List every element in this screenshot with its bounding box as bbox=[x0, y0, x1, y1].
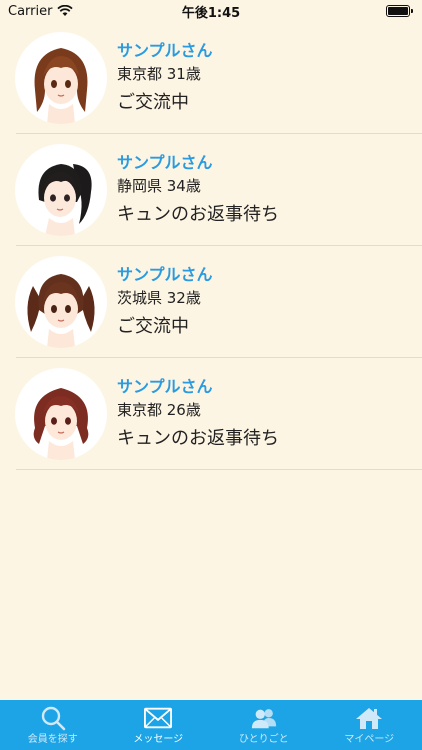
avatar bbox=[15, 368, 107, 460]
message-status: ご交流中 bbox=[117, 92, 189, 113]
avatar bbox=[15, 256, 107, 348]
avatar-brown-twintails-icon bbox=[27, 274, 95, 348]
member-name: サンプルさん bbox=[117, 41, 213, 60]
people-icon bbox=[250, 705, 278, 731]
member-location: 茨城県 32歳 bbox=[117, 289, 201, 307]
message-status: キュンのお返事待ち bbox=[117, 428, 279, 449]
tab-label: ひとりごと bbox=[238, 734, 289, 745]
item-text: サンプルさん 茨城県 32歳 ご交流中 bbox=[117, 246, 213, 358]
battery-icon bbox=[386, 5, 413, 17]
member-location: 東京都 26歳 bbox=[117, 401, 201, 419]
status-left: Carrier bbox=[8, 3, 74, 19]
avatar bbox=[15, 32, 107, 124]
tab-monologue[interactable]: ひとりごと bbox=[211, 700, 317, 750]
list-item[interactable]: サンプルさん 茨城県 32歳 ご交流中 bbox=[0, 246, 422, 358]
wifi-icon bbox=[57, 5, 74, 16]
list-item[interactable]: サンプルさん 東京都 31歳 ご交流中 bbox=[0, 22, 422, 134]
status-bar: Carrier 午後1:45 bbox=[0, 0, 422, 22]
list-item[interactable]: サンプルさん 静岡県 34歳 キュンのお返事待ち bbox=[0, 134, 422, 246]
tab-search-members[interactable]: 会員を探す bbox=[0, 700, 106, 750]
tab-label: 会員を探す bbox=[27, 734, 78, 745]
avatar-auburn-wavy-icon bbox=[33, 388, 89, 460]
member-name: サンプルさん bbox=[117, 265, 213, 284]
list-item[interactable]: サンプルさん 東京都 26歳 キュンのお返事待ち bbox=[0, 358, 422, 470]
tab-mypage[interactable]: マイページ bbox=[317, 700, 422, 750]
avatar-brown-long-hair-icon bbox=[34, 48, 88, 124]
message-status: ご交流中 bbox=[117, 316, 189, 337]
member-location: 静岡県 34歳 bbox=[117, 177, 201, 195]
mail-icon bbox=[144, 705, 173, 731]
tab-label: マイページ bbox=[344, 734, 395, 745]
item-text: サンプルさん 東京都 26歳 キュンのお返事待ち bbox=[117, 358, 279, 470]
tab-label: メッセージ bbox=[133, 734, 184, 745]
search-icon bbox=[39, 705, 67, 731]
carrier-label: Carrier bbox=[8, 3, 53, 19]
avatar bbox=[15, 144, 107, 236]
item-text: サンプルさん 東京都 31歳 ご交流中 bbox=[117, 22, 213, 134]
avatar-black-ponytail-icon bbox=[38, 164, 92, 236]
tab-messages[interactable]: メッセージ bbox=[106, 700, 212, 750]
tab-bar: 会員を探す メッセージ ひとりごと マイページ bbox=[0, 700, 422, 750]
member-name: サンプルさん bbox=[117, 153, 213, 172]
member-name: サンプルさん bbox=[117, 377, 213, 396]
message-status: キュンのお返事待ち bbox=[117, 204, 279, 225]
home-icon bbox=[355, 705, 383, 731]
message-list: サンプルさん 東京都 31歳 ご交流中 サンプルさん 静岡県 34歳 キュンのお… bbox=[0, 22, 422, 470]
item-text: サンプルさん 静岡県 34歳 キュンのお返事待ち bbox=[117, 134, 279, 246]
member-location: 東京都 31歳 bbox=[117, 65, 201, 83]
